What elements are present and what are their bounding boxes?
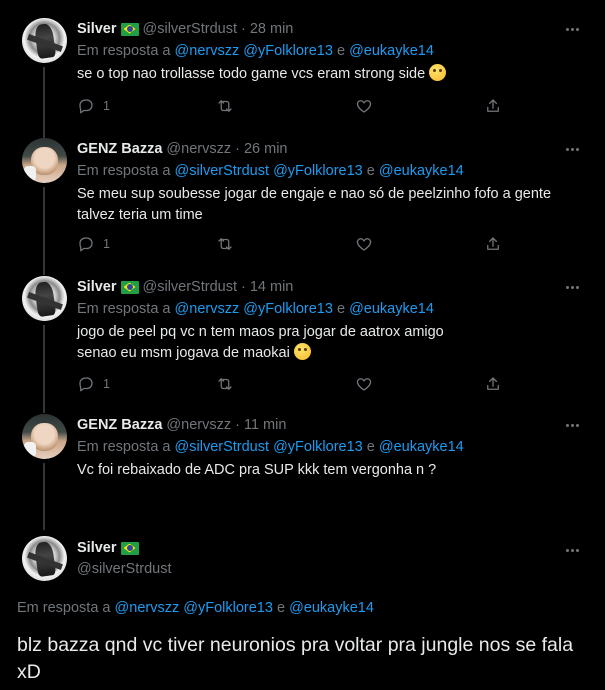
mention-link[interactable]: @eukayke14 <box>379 163 464 179</box>
replying-to: Em resposta a @nervszz @yFolklore13 e @e… <box>77 43 434 59</box>
brazil-flag-icon <box>120 22 139 36</box>
replying-to: Em resposta a @silverStrdust @yFolklore1… <box>77 439 464 455</box>
like-button[interactable] <box>355 235 373 253</box>
handle[interactable]: @silverStrdust <box>143 21 238 37</box>
mention-link[interactable]: @yFolklore13 <box>273 163 363 179</box>
face-without-mouth-emoji <box>293 343 311 360</box>
timestamp[interactable]: 28 min <box>250 21 294 37</box>
mention-link[interactable]: @yFolklore13 <box>183 600 273 616</box>
reply-button[interactable]: 1 <box>77 97 110 115</box>
like-icon <box>356 378 372 391</box>
avatar[interactable] <box>22 414 67 459</box>
brazil-flag-icon <box>120 541 139 555</box>
mention-link[interactable]: @nervszz <box>115 600 180 616</box>
share-button[interactable] <box>484 235 502 253</box>
more-icon[interactable] <box>561 276 583 298</box>
like-icon <box>356 238 372 251</box>
like-button[interactable] <box>355 97 373 115</box>
reply-button[interactable]: 1 <box>77 375 110 393</box>
reply-tweet[interactable]: Silver @silverStrdust · 28 min Em respos… <box>0 0 605 139</box>
display-name[interactable]: Silver <box>77 279 117 295</box>
display-name[interactable]: GENZ Bazza <box>77 141 162 157</box>
handle[interactable]: @nervszz <box>166 141 231 157</box>
thread-line <box>43 67 45 139</box>
mention-link[interactable]: @eukayke14 <box>379 439 464 455</box>
tweet-text: blz bazza qnd vc tiver neuronios pra vol… <box>17 634 574 683</box>
timestamp[interactable]: 14 min <box>250 279 294 295</box>
thread-line <box>43 325 45 413</box>
action-bar: 1 <box>77 96 507 116</box>
reply-icon <box>79 377 93 392</box>
separator-dot: · <box>235 417 240 433</box>
avatar[interactable] <box>22 138 67 183</box>
handle[interactable]: @silverStrdust <box>77 561 172 577</box>
retweet-icon <box>218 100 232 112</box>
handle[interactable]: @nervszz <box>166 417 231 433</box>
reply-count: 1 <box>103 237 110 251</box>
mention-link[interactable]: @eukayke14 <box>349 43 434 59</box>
reply-count: 1 <box>103 377 110 391</box>
share-button[interactable] <box>484 375 502 393</box>
handle[interactable]: @silverStrdust <box>143 279 238 295</box>
brazil-flag-icon <box>120 280 139 294</box>
mention-link[interactable]: @yFolklore13 <box>243 301 333 317</box>
retweet-icon <box>218 378 232 390</box>
share-icon <box>487 237 499 250</box>
mention-link[interactable]: @eukayke14 <box>349 301 434 317</box>
tweet-text: jogo de peel pq vc n tem maos pra jogar … <box>77 324 444 361</box>
replying-to: Em resposta a @nervszz @yFolklore13 e @e… <box>77 301 434 317</box>
zany-face-emoji <box>429 64 447 81</box>
display-name[interactable]: Silver <box>77 21 117 37</box>
mention-link[interactable]: @silverStrdust <box>175 163 270 179</box>
retweet-icon <box>218 238 232 250</box>
avatar[interactable] <box>22 18 67 63</box>
mention-link[interactable]: @nervszz <box>175 43 240 59</box>
mention-link[interactable]: @eukayke14 <box>289 600 374 616</box>
tweet-text: se o top nao trollasse todo game vcs era… <box>77 64 583 85</box>
replying-to: Em resposta a @nervszz @yFolklore13 e @e… <box>17 600 374 616</box>
thread-line <box>43 187 45 275</box>
avatar[interactable] <box>22 276 67 321</box>
like-icon <box>356 100 372 113</box>
display-name[interactable]: Silver <box>77 540 117 556</box>
mention-link[interactable]: @nervszz <box>175 301 240 317</box>
thread-line <box>43 463 45 530</box>
avatar[interactable] <box>22 536 67 581</box>
action-bar: 1 <box>77 234 507 254</box>
mention-link[interactable]: @silverStrdust <box>175 439 270 455</box>
retweet-button[interactable] <box>216 375 234 393</box>
tweet-text: Se meu sup soubesse jogar de engaje e na… <box>77 186 552 223</box>
reply-icon <box>79 99 93 114</box>
reply-count: 1 <box>103 99 110 113</box>
timestamp[interactable]: 11 min <box>244 417 286 433</box>
retweet-button[interactable] <box>216 97 234 115</box>
mention-link[interactable]: @yFolklore13 <box>243 43 333 59</box>
separator-dot: · <box>235 141 240 157</box>
mention-link[interactable]: @yFolklore13 <box>273 439 363 455</box>
separator-dot: · <box>241 279 246 295</box>
reply-tweet[interactable]: GENZ Bazza @nervszz · 26 min Em resposta… <box>0 138 605 276</box>
action-bar: 1 <box>77 374 507 394</box>
reply-button[interactable]: 1 <box>77 235 110 253</box>
separator-dot: · <box>241 21 246 37</box>
more-icon[interactable] <box>561 539 583 561</box>
reply-tweet[interactable]: GENZ Bazza @nervszz · 11 min Em resposta… <box>0 414 605 530</box>
share-icon <box>487 377 499 390</box>
share-button[interactable] <box>484 97 502 115</box>
retweet-button[interactable] <box>216 235 234 253</box>
display-name[interactable]: GENZ Bazza <box>77 417 162 433</box>
share-icon <box>487 99 499 112</box>
timestamp[interactable]: 26 min <box>244 141 288 157</box>
reply-tweet[interactable]: Silver @silverStrdust · 14 min Em respos… <box>0 276 605 414</box>
more-icon[interactable] <box>561 138 583 160</box>
tweet-text: Vc foi rebaixado de ADC pra SUP kkk tem … <box>77 462 437 478</box>
like-button[interactable] <box>355 375 373 393</box>
replying-to: Em resposta a @silverStrdust @yFolklore1… <box>77 163 464 179</box>
reply-icon <box>79 237 93 252</box>
more-icon[interactable] <box>561 18 583 40</box>
more-icon[interactable] <box>561 414 583 436</box>
